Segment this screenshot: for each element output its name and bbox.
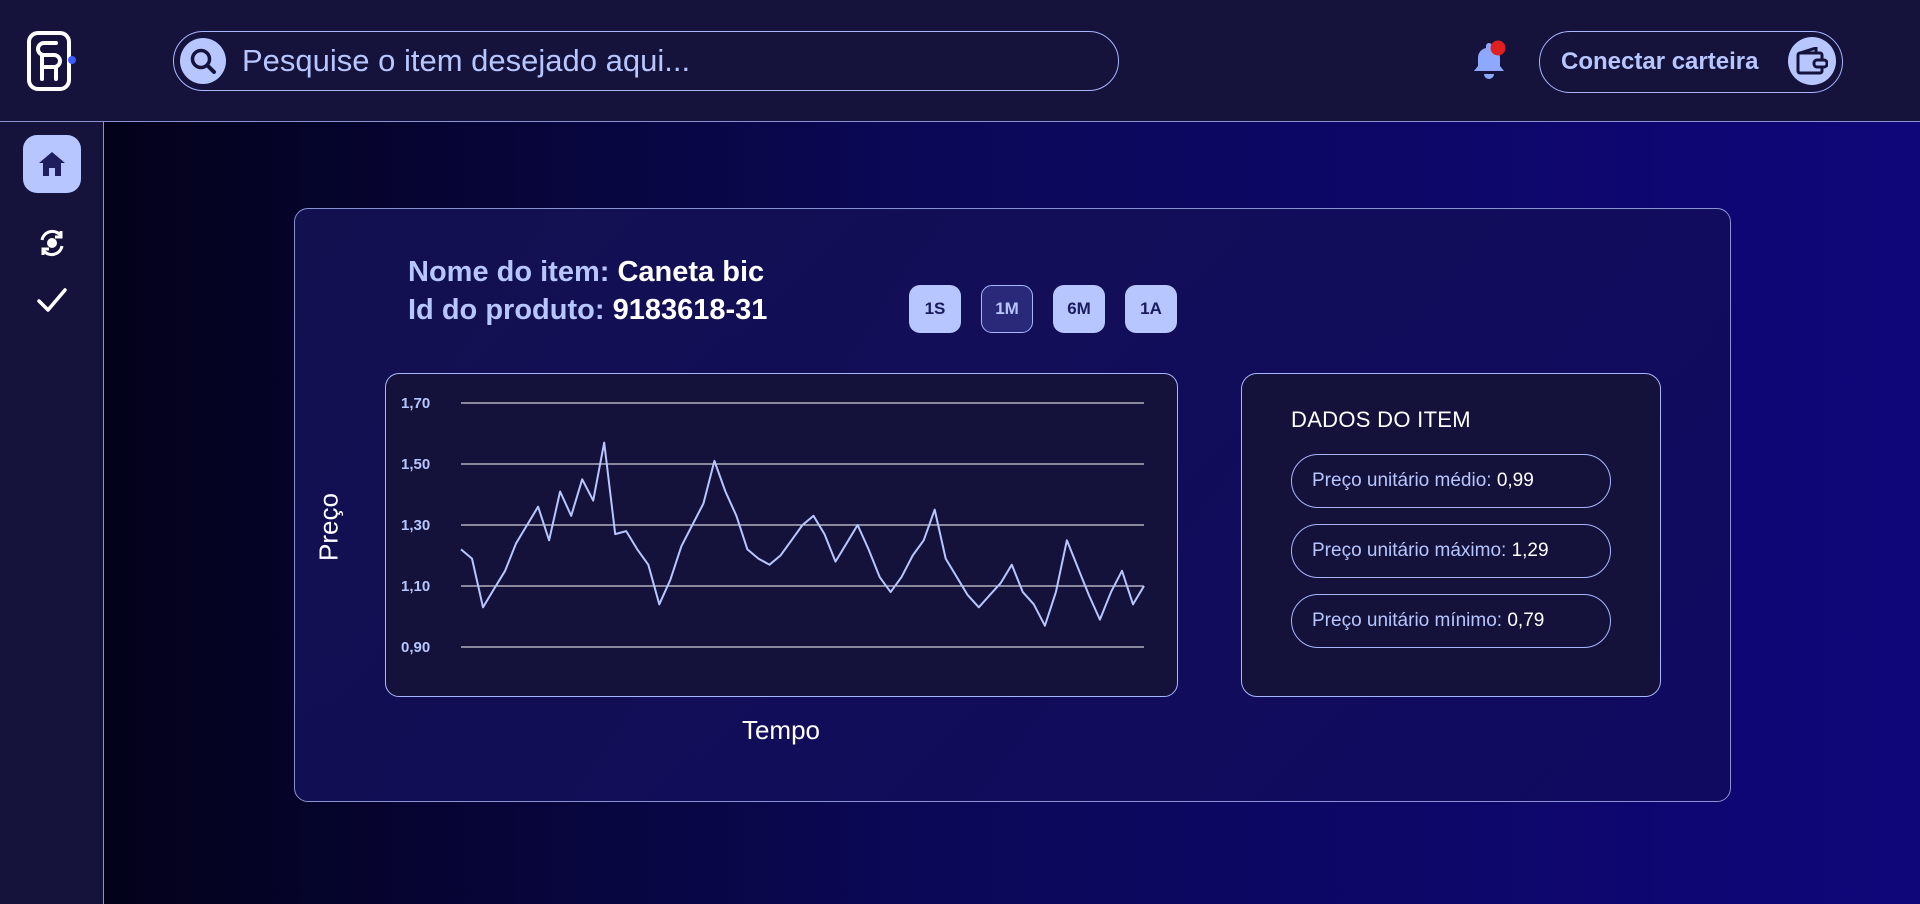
home-icon: [39, 152, 65, 176]
item-data-title: DADOS DO ITEM: [1291, 407, 1471, 432]
item-data-panel: DADOS DO ITEM Preço unitário médio: 0,99…: [1241, 373, 1661, 697]
item-card: Nome do item: Caneta bic Id do produto: …: [294, 208, 1731, 802]
chart-x-axis-label: Tempo: [741, 715, 821, 745]
item-id-label: Id do produto:: [408, 294, 605, 326]
item-id-value: 9183618-31: [612, 294, 768, 326]
chart-y-tick-label: 1,50: [401, 456, 430, 473]
period-button-6m[interactable]: 6M: [1053, 285, 1105, 333]
search-icon[interactable]: [180, 38, 226, 84]
item-name-row: Nome do item: Caneta bic: [408, 253, 767, 291]
item-name-value: Caneta bic: [617, 256, 765, 288]
max-price-value: 1,29: [1511, 540, 1549, 561]
top-bar: Conectar carteira: [0, 0, 1920, 122]
sidebar-item-check[interactable]: [36, 284, 68, 316]
chart-y-axis-label: Preço: [313, 493, 344, 561]
notification-badge: [1490, 40, 1506, 56]
period-button-1m[interactable]: 1M: [981, 285, 1033, 333]
item-name-label: Nome do item:: [408, 256, 610, 288]
avg-price-value: 0,99: [1496, 470, 1534, 491]
connect-wallet-button[interactable]: Conectar carteira: [1539, 31, 1843, 93]
period-selector: 1S 1M 6M 1A: [909, 285, 1177, 333]
chart-y-tick-label: 0,90: [401, 639, 430, 656]
chart-y-tick-label: 1,30: [401, 517, 430, 534]
item-id-row: Id do produto: 9183618-31: [408, 291, 767, 329]
check-icon: [37, 288, 67, 312]
min-price-value: 0,79: [1507, 610, 1545, 631]
period-button-1s[interactable]: 1S: [909, 285, 961, 333]
period-button-1a[interactable]: 1A: [1125, 285, 1177, 333]
price-chart-svg: 1,70 1,50 1,30 1,10 0,90: [401, 395, 1145, 656]
avg-price-pill: Preço unitário médio: 0,99: [1291, 454, 1611, 508]
wallet-icon: [1788, 37, 1836, 85]
chart-y-tick-label: 1,10: [401, 578, 430, 595]
max-price-pill: Preço unitário máximo: 1,29: [1291, 524, 1611, 578]
min-price-pill: Preço unitário mínimo: 0,79: [1291, 594, 1611, 648]
price-chart: 1,70 1,50 1,30 1,10 0,90: [385, 373, 1178, 697]
item-info: Nome do item: Caneta bic Id do produto: …: [408, 253, 767, 329]
search-input[interactable]: [240, 40, 1104, 82]
max-price-label: Preço unitário máximo:: [1312, 540, 1507, 561]
avg-price-label: Preço unitário médio:: [1312, 470, 1492, 491]
min-price-label: Preço unitário mínimo:: [1312, 610, 1503, 631]
main-content: Nome do item: Caneta bic Id do produto: …: [104, 122, 1920, 904]
refresh-coin-icon: [40, 229, 64, 257]
sidebar: [0, 122, 104, 904]
sidebar-item-home[interactable]: [23, 135, 81, 193]
notification-bell-icon[interactable]: [1468, 40, 1510, 82]
price-series-line: [460, 441, 1145, 627]
chart-y-tick-label: 1,70: [401, 395, 430, 412]
app-logo[interactable]: [26, 30, 78, 92]
search-bar[interactable]: [173, 31, 1119, 91]
connect-wallet-label: Conectar carteira: [1561, 48, 1759, 75]
sidebar-item-exchange[interactable]: [37, 228, 67, 258]
